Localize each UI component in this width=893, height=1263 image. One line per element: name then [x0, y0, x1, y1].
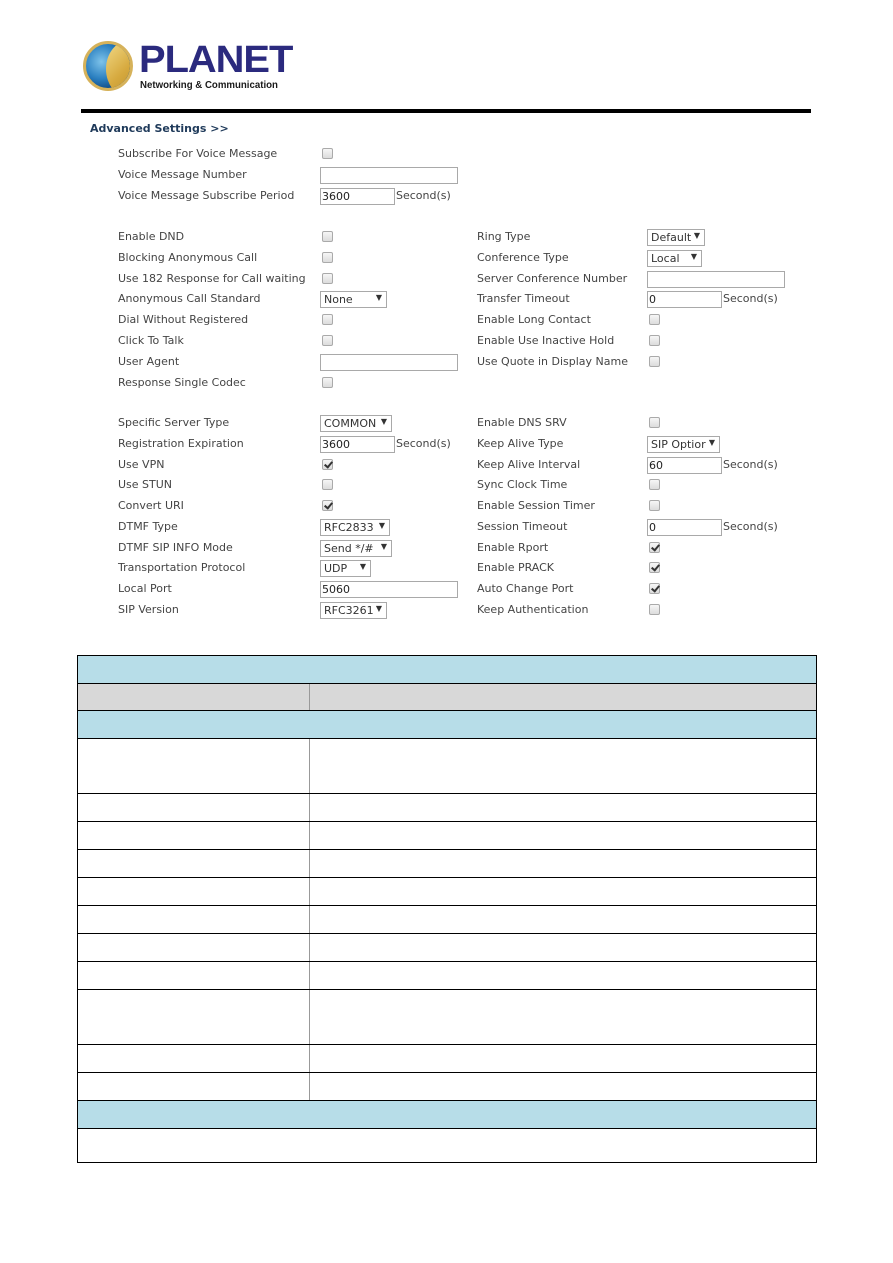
keep-alive-interval-unit: Second(s) [723, 457, 778, 471]
setting-row: Enable DNS SRV [0, 414, 893, 432]
header-divider [81, 109, 811, 113]
voice-message-number-label: Voice Message Number [118, 168, 247, 181]
setting-row: Ring Type Default ▼ [0, 228, 893, 246]
keep-alive-interval-label: Keep Alive Interval [477, 457, 581, 471]
conference-type-label: Conference Type [477, 250, 569, 264]
table-row [77, 821, 817, 850]
dropdown-arrow-icon: ▼ [708, 437, 715, 447]
setting-row: Auto Change Port [0, 580, 893, 598]
brand-tagline: Networking & Communication [140, 79, 278, 91]
setting-row: Enable Session Timer [0, 497, 893, 515]
table-row [77, 877, 817, 906]
table-row [77, 849, 817, 878]
setting-row: Enable PRACK [0, 559, 893, 577]
sync-clock-time-label: Sync Clock Time [477, 478, 568, 492]
setting-row: Sync Clock Time [0, 476, 893, 494]
auto-change-port-label: Auto Change Port [477, 582, 574, 595]
table-row [77, 933, 817, 962]
ring-type-label: Ring Type [477, 230, 531, 243]
keep-authentication-checkbox[interactable] [649, 603, 660, 615]
use-quote-in-display-name-checkbox[interactable] [649, 355, 660, 367]
enable-long-contact-checkbox[interactable] [649, 314, 660, 326]
setting-row: Use Quote in Display Name [0, 353, 893, 371]
planet-logo: PLANET Networking & Communication [83, 39, 293, 95]
setting-row: Conference Type Local ▼ [0, 249, 893, 267]
setting-row: Subscribe For Voice Message [0, 145, 893, 163]
header-cell-object [77, 683, 310, 711]
enable-dns-srv-label: Enable DNS SRV [477, 416, 567, 429]
table-row [77, 793, 817, 822]
ring-type-select[interactable]: Default ▼ [647, 229, 705, 246]
voice-message-subscribe-period-label: Voice Message Subscribe Period [118, 189, 295, 202]
setting-row: Transfer Timeout 0 Second(s) [0, 290, 893, 309]
setting-row: Server Conference Number [0, 270, 893, 288]
enable-session-timer-checkbox[interactable] [649, 500, 660, 511]
transfer-timeout-unit: Second(s) [723, 292, 778, 306]
keep-alive-interval-input[interactable]: 60 [647, 456, 722, 474]
subscribe-for-voice-message-label: Subscribe For Voice Message [118, 147, 278, 160]
sync-clock-time-checkbox[interactable] [649, 479, 660, 491]
table-row [77, 961, 817, 990]
table-row [77, 905, 817, 934]
keep-alive-type-selected-value: SIP Optior [651, 437, 706, 451]
parameter-table [77, 655, 817, 1163]
table-row [77, 1044, 817, 1073]
keep-alive-type-select[interactable]: SIP Optior ▼ [647, 435, 720, 453]
voice-message-number-input[interactable] [320, 167, 458, 184]
setting-row: Keep Alive Type SIP Optior ▼ [0, 435, 893, 453]
setting-row: Voice Message Number [0, 166, 893, 184]
enable-rport-checkbox[interactable] [649, 541, 660, 553]
enable-long-contact-label: Enable Long Contact [477, 313, 591, 327]
section-cell [77, 1100, 817, 1129]
enable-dns-srv-checkbox[interactable] [649, 417, 660, 428]
ring-type-selected-value: Default [651, 231, 692, 244]
header-cell-description [309, 683, 817, 711]
auto-change-port-checkbox[interactable] [649, 583, 660, 594]
table-row [77, 738, 817, 794]
server-conference-number-input[interactable] [647, 270, 785, 288]
setting-row: Enable Long Contact [0, 311, 893, 329]
brand-name: PLANET [139, 39, 293, 81]
advanced-settings-title[interactable]: Advanced Settings >> [90, 122, 229, 135]
globe-face-icon [83, 41, 133, 91]
conference-type-selected-value: Local [651, 251, 680, 265]
voice-message-subscribe-period-input[interactable]: 3600 [320, 188, 395, 205]
setting-row: Response Single Codec [0, 374, 893, 392]
dropdown-arrow-icon: ▼ [693, 231, 700, 240]
enable-rport-label: Enable Rport [477, 540, 549, 554]
response-single-codec-label: Response Single Codec [118, 375, 246, 389]
enable-use-inactive-hold-label: Enable Use Inactive Hold [477, 334, 615, 347]
setting-row: Enable Use Inactive Hold [0, 332, 893, 350]
subscribe-for-voice-message-checkbox[interactable] [322, 148, 333, 159]
table-row [77, 989, 817, 1045]
use-quote-in-display-name-label: Use Quote in Display Name [477, 354, 629, 368]
setting-row: Enable Rport [0, 539, 893, 557]
session-timeout-input[interactable]: 0 [647, 518, 722, 536]
voice-message-subscribe-period-unit: Second(s) [396, 189, 451, 202]
dropdown-arrow-icon: ▼ [690, 251, 697, 261]
note-cell [77, 1128, 817, 1163]
enable-use-inactive-hold-checkbox[interactable] [649, 335, 660, 346]
transfer-timeout-input[interactable]: 0 [647, 291, 722, 309]
session-timeout-label: Session Timeout [477, 519, 568, 533]
enable-prack-label: Enable PRACK [477, 561, 555, 575]
keep-alive-type-label: Keep Alive Type [477, 436, 564, 450]
setting-row: Keep Alive Interval 60 Second(s) [0, 456, 893, 474]
session-timeout-unit: Second(s) [723, 519, 778, 533]
section-cell [77, 710, 817, 739]
enable-prack-checkbox[interactable] [649, 562, 660, 574]
table-title-cell [77, 655, 817, 684]
setting-row: Voice Message Subscribe Period 3600 Second… [0, 187, 893, 205]
conference-type-select[interactable]: Local ▼ [647, 249, 702, 267]
table-row [77, 1072, 817, 1101]
response-single-codec-checkbox[interactable] [322, 376, 333, 388]
setting-row: Session Timeout 0 Second(s) [0, 518, 893, 536]
keep-authentication-label: Keep Authentication [477, 602, 589, 616]
server-conference-number-label: Server Conference Number [477, 271, 628, 285]
enable-session-timer-label: Enable Session Timer [477, 499, 595, 512]
setting-row: Keep Authentication [0, 601, 893, 619]
transfer-timeout-label: Transfer Timeout [477, 292, 570, 306]
